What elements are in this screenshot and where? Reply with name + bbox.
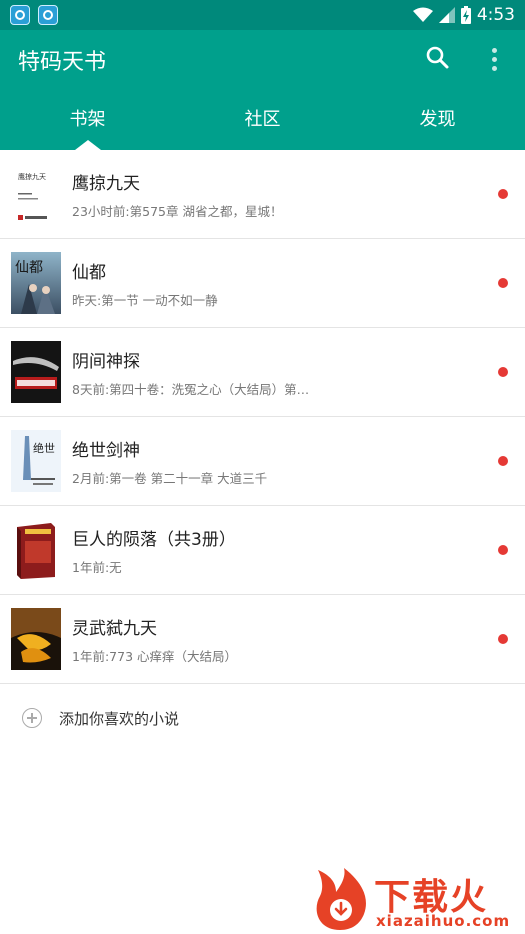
cover-yinjian <box>11 341 61 403</box>
book-title: 鹰掠九天 <box>72 173 140 194</box>
cover-title-text: 仙都 <box>15 260 43 276</box>
cover-juren <box>11 519 61 581</box>
watermark-logo: 下载火 xiazaihuo.com <box>310 866 520 932</box>
book-title: 灵武弑九天 <box>72 618 157 639</box>
more-dot-icon <box>491 56 497 62</box>
book-cover: 鹰掠九天 <box>11 163 61 225</box>
signal-icon <box>438 7 455 23</box>
book-update: 昨天:第一节 一动不如一静 <box>72 292 218 308</box>
status-bar: 4:53 <box>0 0 525 30</box>
book-meta: 鹰掠九天 23小时前:第575章 湖省之都，星城！ <box>72 169 525 220</box>
notification-icons <box>10 5 58 25</box>
book-meta: 灵武弑九天 1年前:773 心痒痒（大结局） <box>72 614 525 665</box>
add-book-label: 添加你喜欢的小说 <box>59 709 180 728</box>
cover-xiandu: 仙都 <box>11 252 61 314</box>
search-button[interactable] <box>424 44 452 72</box>
book-update: 1年前:无 <box>72 559 122 575</box>
watermark-domain: xiazaihuo.com <box>376 912 511 930</box>
tab-discover[interactable]: 发现 <box>350 92 525 150</box>
book-row[interactable]: 鹰掠九天 鹰掠九天 23小时前:第575章 湖省之都，星城！ <box>0 150 525 239</box>
add-circle-icon <box>22 708 42 728</box>
book-meta: 巨人的陨落（共3册） 1年前:无 <box>72 525 525 576</box>
app-bar: 特码天书 书架 社区 发现 <box>0 30 525 150</box>
bookshelf-list: 鹰掠九天 鹰掠九天 23小时前:第575章 湖省之都，星城！ 仙都 仙都 昨天:… <box>0 150 525 752</box>
book-cover <box>11 341 61 403</box>
search-icon <box>426 46 449 69</box>
book-cover: 绝世 <box>11 430 61 492</box>
book-cover <box>11 519 61 581</box>
book-update: 1年前:773 心痒痒（大结局） <box>72 648 237 664</box>
book-title: 阴间神探 <box>72 351 140 372</box>
cover-yinglue: 鹰掠九天 <box>11 163 61 225</box>
book-row[interactable]: 灵武弑九天 1年前:773 心痒痒（大结局） <box>0 595 525 684</box>
book-cover <box>11 608 61 670</box>
battery-charging-icon <box>460 6 471 24</box>
app-title: 特码天书 <box>18 50 107 75</box>
book-row[interactable]: 仙都 仙都 昨天:第一节 一动不如一静 <box>0 239 525 328</box>
book-title: 巨人的陨落（共3册） <box>72 529 236 550</box>
book-row[interactable]: 绝世 绝世剑神 2月前:第一卷 第二十一章 大道三千 <box>0 417 525 506</box>
new-update-indicator <box>498 367 508 377</box>
more-dot-icon <box>491 47 497 53</box>
book-meta: 绝世剑神 2月前:第一卷 第二十一章 大道三千 <box>72 436 525 487</box>
book-meta: 仙都 昨天:第一节 一动不如一静 <box>72 258 525 309</box>
notification-app-icon <box>38 5 58 25</box>
new-update-indicator <box>498 456 508 466</box>
book-update: 23小时前:第575章 湖省之都，星城！ <box>72 203 283 219</box>
book-cover: 仙都 <box>11 252 61 314</box>
flame-logo-icon <box>316 868 366 930</box>
cover-title-text: 鹰掠九天 <box>18 172 46 181</box>
book-row[interactable]: 巨人的陨落（共3册） 1年前:无 <box>0 506 525 595</box>
new-update-indicator <box>498 634 508 644</box>
new-update-indicator <box>498 278 508 288</box>
clock: 4:53 <box>476 5 515 25</box>
book-title: 绝世剑神 <box>72 440 140 461</box>
more-options-button[interactable] <box>484 44 504 74</box>
book-update: 2月前:第一卷 第二十一章 大道三千 <box>72 470 268 486</box>
more-dot-icon <box>491 65 497 71</box>
notification-app-icon <box>10 5 30 25</box>
status-indicators: 4:53 <box>412 5 515 25</box>
tab-community[interactable]: 社区 <box>175 92 350 150</box>
tab-bookshelf[interactable]: 书架 <box>0 92 175 150</box>
book-meta: 阴间神探 8天前:第四十卷：洗冤之心（大结局）第… <box>72 347 525 398</box>
book-update: 8天前:第四十卷：洗冤之心（大结局）第… <box>72 381 310 397</box>
new-update-indicator <box>498 545 508 555</box>
book-title: 仙都 <box>72 262 106 283</box>
cover-jueshi: 绝世 <box>11 430 61 492</box>
new-update-indicator <box>498 189 508 199</box>
wifi-icon <box>412 7 433 22</box>
book-row[interactable]: 阴间神探 8天前:第四十卷：洗冤之心（大结局）第… <box>0 328 525 417</box>
cover-lingwu <box>11 608 61 670</box>
tab-bar: 书架 社区 发现 <box>0 92 525 150</box>
cover-title-text: 绝世 <box>33 441 55 455</box>
add-book-button[interactable]: 添加你喜欢的小说 <box>0 684 525 752</box>
